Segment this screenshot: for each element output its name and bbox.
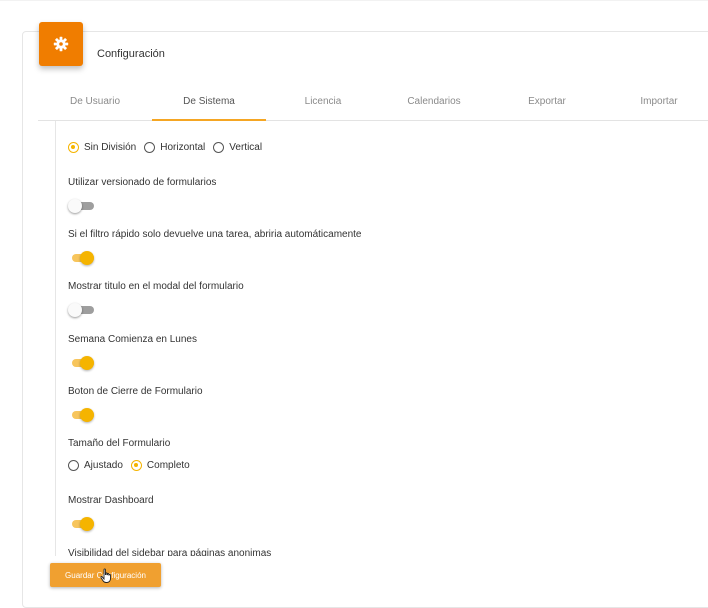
top-divider (0, 0, 708, 1)
radio-label: Ajustado (84, 460, 123, 471)
radio-label: Sin División (84, 142, 137, 153)
radio-label: Horizontal (160, 142, 206, 153)
radio-option-sin-division[interactable]: Sin División (68, 142, 136, 153)
setting-label-versionado: Utilizar versionado de formularios (68, 177, 217, 188)
tab-exportar[interactable]: Exportar (490, 96, 604, 119)
tab-de-usuario[interactable]: De Usuario (38, 96, 152, 119)
radio-option-vertical[interactable]: Vertical (213, 142, 262, 153)
setting-label-filtro-rapido: Si el filtro rápido solo devuelve una ta… (68, 229, 362, 240)
tab-de-sistema[interactable]: De Sistema (152, 96, 266, 121)
tab-calendarios[interactable]: Calendarios (377, 96, 491, 119)
radio-label: Completo (146, 460, 190, 471)
header-badge (39, 22, 83, 66)
form-size-radio-group: Ajustado Completo (68, 460, 198, 471)
setting-label-sidebar-visibility: Visibilidad del sidebar para páginas ano… (68, 548, 272, 556)
radio-button[interactable] (213, 142, 225, 153)
toggle-dashboard[interactable] (68, 517, 94, 531)
tab-importar[interactable]: Importar (602, 96, 708, 119)
setting-label-tamano-formulario: Tamaño del Formulario (68, 438, 171, 449)
gear-icon (53, 36, 69, 52)
division-radio-group: Sin División Horizontal Vertical (68, 142, 270, 153)
radio-button[interactable] (68, 460, 79, 471)
radio-option-horizontal[interactable]: Horizontal (144, 142, 205, 153)
toggle-filtro-rapido[interactable] (68, 251, 94, 265)
radio-label: Vertical (229, 142, 263, 153)
radio-option-ajustado[interactable]: Ajustado (68, 460, 123, 471)
radio-button[interactable] (68, 142, 79, 153)
radio-option-completo[interactable]: Completo (130, 460, 190, 471)
tab-licencia[interactable]: Licencia (266, 96, 380, 119)
toggle-semana-lunes[interactable] (68, 356, 94, 370)
radio-button[interactable] (144, 142, 156, 153)
toggle-titulo-modal[interactable] (68, 303, 94, 317)
toggle-boton-cierre[interactable] (68, 408, 94, 422)
setting-label-semana-lunes: Semana Comienza en Lunes (68, 334, 197, 345)
tab-bar: De Usuario De Sistema Licencia Calendari… (38, 96, 708, 121)
setting-label-titulo-modal: Mostrar titulo en el modal del formulari… (68, 281, 244, 292)
radio-button[interactable] (130, 460, 142, 471)
setting-label-boton-cierre: Boton de Cierre de Formulario (68, 386, 203, 397)
hand-cursor-icon (100, 568, 111, 583)
page-title: Configuración (97, 48, 165, 60)
settings-panel: Sin División Horizontal Vertical Utiliza… (55, 121, 708, 556)
setting-label-dashboard: Mostrar Dashboard (68, 495, 154, 506)
toggle-versionado[interactable] (68, 199, 94, 213)
